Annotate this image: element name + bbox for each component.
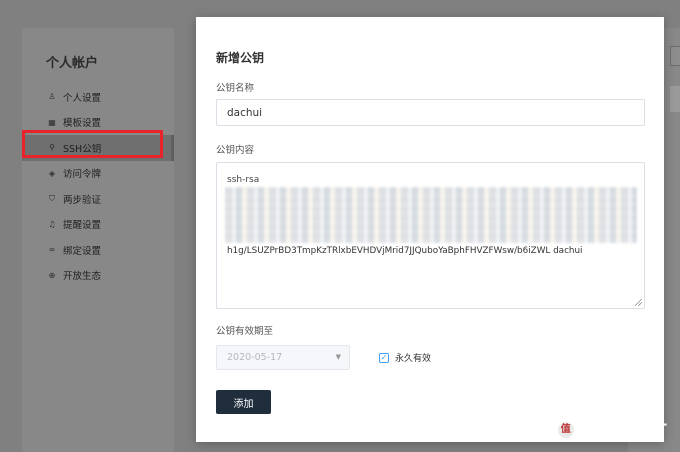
sidebar-item-label: 提醒设置 [63,220,102,232]
sidebar-item-reminder-settings[interactable]: ♫ 提醒设置 [22,212,174,238]
sidebar-item-label: 模板设置 [63,118,102,130]
content-panel-field [670,46,680,66]
sidebar-item-label: 绑定设置 [63,245,102,257]
sidebar-item-template-settings[interactable]: ▦ 模板设置 [22,110,174,136]
permanent-checkbox[interactable]: ✓ [379,352,389,363]
watermark-text: SMYZ.NET [577,420,668,439]
key-name-input[interactable] [216,99,645,126]
bell-icon: ♫ [48,219,56,229]
sidebar-title: 个人帐户 [46,56,99,71]
template-icon: ▦ [48,117,56,127]
key-content-label: 公钥内容 [216,145,255,156]
watermark-logo-icon: 值 [558,421,574,438]
sidebar-item-personal-settings[interactable]: ♙ 个人设置 [22,84,174,110]
sidebar-item-label: 个人设置 [63,92,102,104]
sidebar-item-label: 访问令牌 [63,169,102,181]
key-content-textarea[interactable]: ssh-rsa h1g/LSUZPrBD3TmpKzTRlxbEVHDVjMri… [216,162,645,309]
dialog-title: 新增公钥 [216,51,265,65]
key-content-last-line: h1g/LSUZPrBD3TmpKzTRlxbEVHDVjMrid7JJQubo… [227,246,583,256]
resize-handle[interactable] [635,299,642,306]
key-content-first-line: ssh-rsa [227,175,260,185]
chevron-down-icon: ▼ [335,353,341,361]
content-panel-button[interactable] [670,86,680,112]
link-icon: ∞ [48,245,56,255]
user-icon: ♙ [48,92,56,102]
permanent-checkbox-label: 永久有效 [395,354,432,364]
expiry-date-value: 2020-05-17 [227,352,283,363]
sidebar-item-ssh-keys[interactable]: ⚲ SSH公钥 [22,135,174,161]
expiry-label: 公钥有效期至 [216,326,274,337]
sidebar-item-binding-settings[interactable]: ∞ 绑定设置 [22,237,174,263]
sidebar-item-two-step-verification[interactable]: ⛉ 两步验证 [22,186,174,212]
sidebar-menu: ♙ 个人设置 ▦ 模板设置 ⚲ SSH公钥 ◈ 访问令牌 ⛉ 两步验证 ♫ 提醒… [22,84,174,288]
sidebar-item-label: 开放生态 [63,271,102,283]
sidebar-item-open-ecosystem[interactable]: ⊕ 开放生态 [22,263,174,289]
sidebar-item-access-tokens[interactable]: ◈ 访问令牌 [22,161,174,187]
globe-icon: ⊕ [48,270,56,280]
key-name-label: 公钥名称 [216,83,255,94]
watermark: 值 SMYZ.NET [558,420,667,439]
expiry-date-select[interactable]: 2020-05-17 ▼ [216,345,350,370]
add-button[interactable]: 添加 [216,390,271,414]
token-icon: ◈ [48,168,56,178]
permanent-checkbox-group[interactable]: ✓ 永久有效 [379,351,431,364]
add-public-key-dialog: 新增公钥 公钥名称 公钥内容 ssh-rsa h1g/LSUZPrBD3TmpK… [196,17,664,442]
shield-icon: ⛉ [49,193,55,203]
redacted-key-content [225,187,637,243]
sidebar-item-label: SSH公钥 [63,143,102,155]
sidebar-item-label: 两步验证 [63,194,102,206]
key-icon: ⚲ [49,143,55,153]
